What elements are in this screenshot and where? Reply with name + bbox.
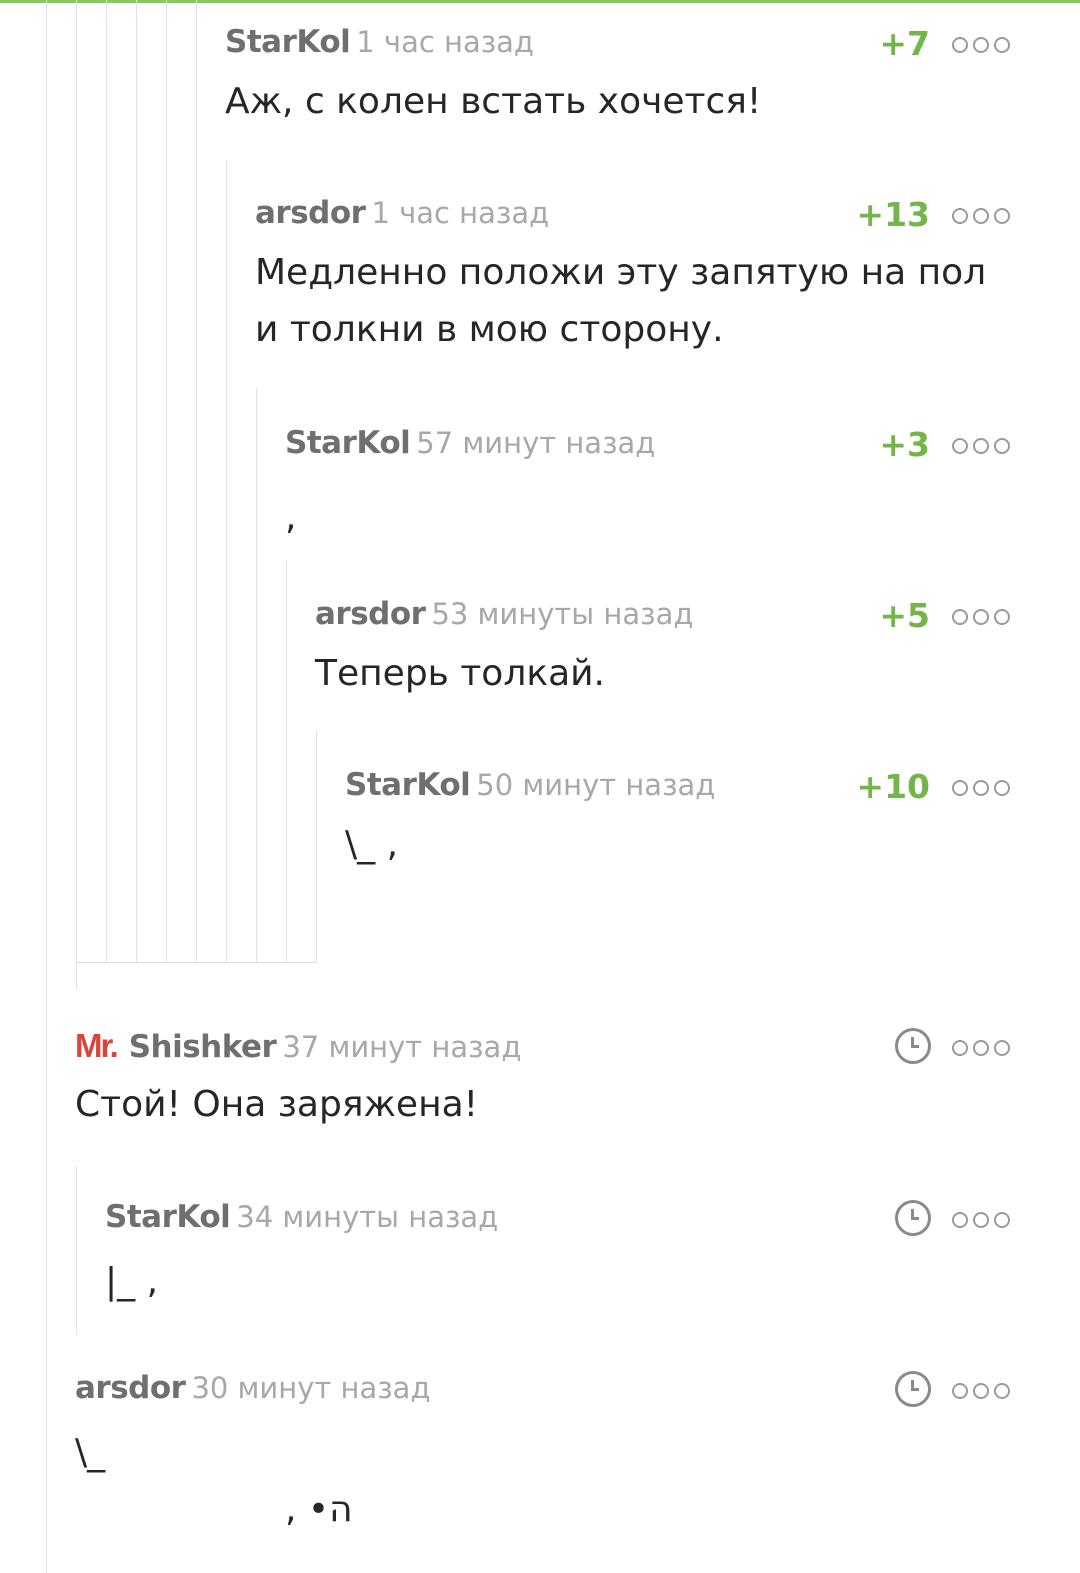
comment: StarKol 34 минуты назад |_ , xyxy=(105,1199,1015,1309)
comment-rating: +7 xyxy=(879,24,930,63)
comment: arsdor 53 минуты назад +5 Теперь толкай. xyxy=(315,596,1015,706)
comment-text: \_ , xyxy=(345,824,399,865)
comment-time[interactable]: 53 минуты назад xyxy=(431,597,693,631)
comment-rating: +13 xyxy=(856,195,930,234)
comment-header: Mr. Shishker 37 минут назад xyxy=(75,1027,521,1067)
comment: StarKol 1 час назад +7 Аж, с колен встать… xyxy=(225,24,1015,134)
comment-text: |_ , xyxy=(105,1261,159,1302)
comment-header: StarKol 34 минуты назад xyxy=(105,1199,498,1239)
comment-author[interactable]: arsdor xyxy=(315,596,426,632)
top-accent-bar xyxy=(0,0,1080,3)
comment: StarKol 50 минут назад +10 \_ , xyxy=(345,767,1015,877)
more-options-icon[interactable] xyxy=(952,780,1012,796)
comment-time[interactable]: 34 минуты назад xyxy=(236,1200,498,1234)
comment-author[interactable]: StarKol xyxy=(105,1199,231,1235)
comment-time[interactable]: 30 минут назад xyxy=(191,1371,430,1405)
comment-author[interactable]: StarKol xyxy=(285,425,411,461)
comment-text-line: \_ xyxy=(75,1432,106,1473)
clock-icon xyxy=(895,1200,931,1236)
more-options-icon[interactable] xyxy=(952,609,1012,625)
comment-text-line: , •ה xyxy=(285,1489,353,1530)
comment: Mr. Shishker 37 минут назад Стой! Она заря… xyxy=(75,1027,1015,1137)
comment-header: StarKol 57 минут назад xyxy=(285,425,655,465)
comment-time[interactable]: 1 час назад xyxy=(356,25,534,59)
clock-icon xyxy=(895,1371,931,1407)
comment-author[interactable]: StarKol xyxy=(345,767,471,803)
comment: StarKol 57 минут назад +3 , xyxy=(285,425,1015,545)
comment-time[interactable]: 50 минут назад xyxy=(476,768,715,802)
more-options-icon[interactable] xyxy=(952,1040,1012,1056)
comment-header: StarKol 1 час назад xyxy=(225,24,534,64)
comment-text: Теперь толкай. xyxy=(315,653,605,694)
comment-author[interactable]: arsdor xyxy=(255,195,366,231)
comment-author[interactable]: StarKol xyxy=(225,24,351,60)
more-options-icon[interactable] xyxy=(952,1383,1012,1399)
comment-time[interactable]: 37 минут назад xyxy=(282,1030,521,1064)
comment-rating: +3 xyxy=(879,425,930,464)
comment: arsdor 30 минут назад \_ , •ה xyxy=(75,1370,1015,1550)
comment-text: , xyxy=(285,497,297,538)
comment-rating: +5 xyxy=(879,596,930,635)
comment-header: StarKol 50 минут назад xyxy=(345,767,715,807)
comment-text-line: и толкни в мою сторону. xyxy=(255,309,724,350)
comment-author[interactable]: arsdor xyxy=(75,1370,186,1406)
comment: arsdor 1 час назад +13 Медленно положи эт… xyxy=(255,195,1015,365)
more-options-icon[interactable] xyxy=(952,208,1012,224)
comment-rating: +10 xyxy=(856,767,930,806)
comment-header: arsdor 30 минут назад xyxy=(75,1370,431,1410)
comment-time[interactable]: 57 минут назад xyxy=(416,426,655,460)
comment-time[interactable]: 1 час назад xyxy=(371,196,549,230)
comment-author[interactable]: Shishker xyxy=(129,1029,277,1065)
comment-text: Аж, с колен встать хочется! xyxy=(225,81,762,122)
clock-icon xyxy=(895,1028,931,1064)
more-options-icon[interactable] xyxy=(952,37,1012,53)
comment-header: arsdor 53 минуты назад xyxy=(315,596,693,636)
comment-text: Стой! Она заряжена! xyxy=(75,1084,479,1125)
user-badge: Mr. xyxy=(75,1027,119,1064)
comment-header: arsdor 1 час назад xyxy=(255,195,549,235)
more-options-icon[interactable] xyxy=(952,438,1012,454)
more-options-icon[interactable] xyxy=(952,1212,1012,1228)
comment-text-line: Медленно положи эту запятую на пол xyxy=(255,252,987,293)
